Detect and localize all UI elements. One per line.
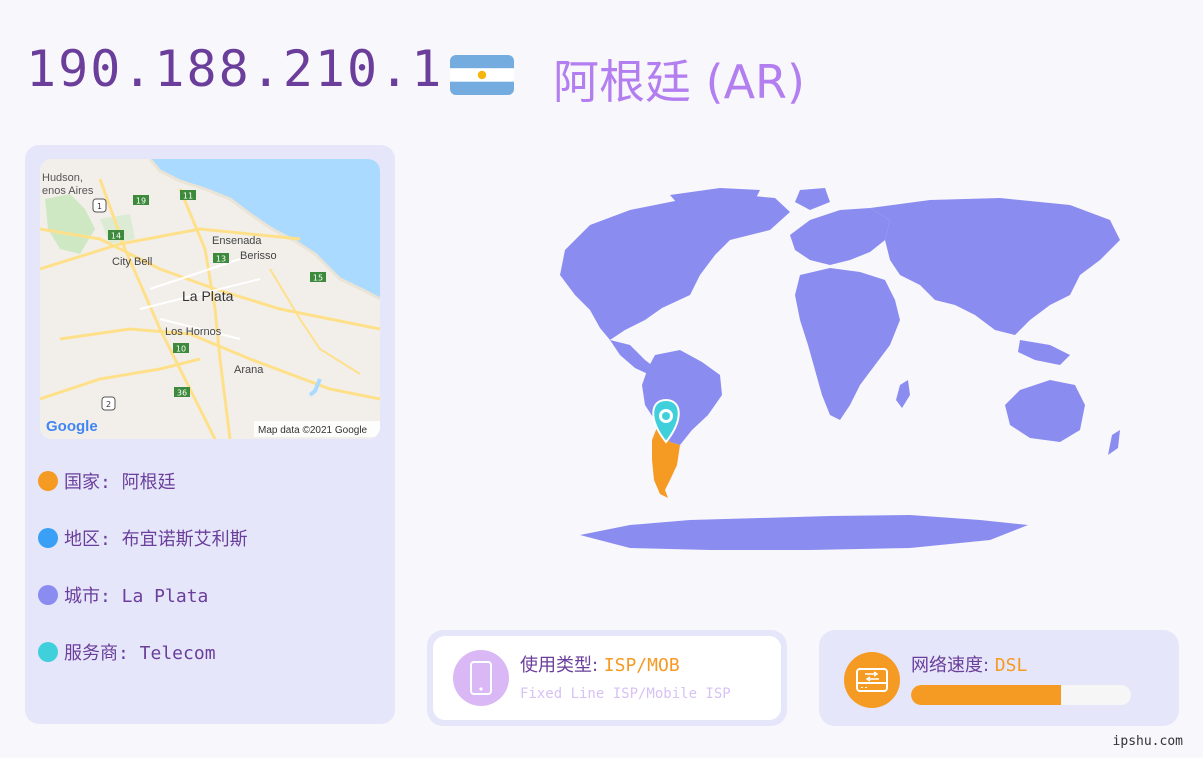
isp-dot-icon bbox=[38, 642, 58, 662]
ip-address-title: 190.188.210.1 bbox=[26, 40, 444, 98]
mobile-phone-icon bbox=[453, 650, 509, 706]
footer-site[interactable]: ipshu.com bbox=[1113, 734, 1183, 749]
info-region: 地区: 布宜诺斯艾利斯 bbox=[38, 525, 248, 551]
svg-text:1: 1 bbox=[97, 202, 102, 211]
new-zealand bbox=[1108, 430, 1120, 455]
australia bbox=[1005, 380, 1085, 442]
google-logo: Google bbox=[46, 418, 98, 435]
map-label-la-plata: La Plata bbox=[182, 288, 234, 304]
network-speed-label-text: 网络速度: bbox=[911, 655, 995, 676]
route-shield: 2 bbox=[101, 396, 116, 411]
speed-bar-track bbox=[911, 685, 1131, 705]
svg-text:15: 15 bbox=[313, 274, 323, 283]
network-speed-card: 网络速度: DSL bbox=[819, 630, 1179, 726]
map-label-berisso: Berisso bbox=[240, 250, 277, 262]
country-dot-icon bbox=[38, 471, 58, 491]
world-map bbox=[430, 180, 1150, 560]
map-attribution[interactable]: Map data ©2021 Google bbox=[258, 425, 368, 436]
usage-type-card: 使用类型: ISP/MOB Fixed Line ISP/Mobile ISP bbox=[427, 630, 787, 726]
usage-type-label: 使用类型: ISP/MOB bbox=[520, 651, 680, 677]
network-drive-icon bbox=[844, 652, 900, 708]
info-country-text: 国家: 阿根廷 bbox=[64, 472, 176, 493]
africa bbox=[795, 268, 900, 420]
svg-text:2: 2 bbox=[106, 400, 111, 409]
info-city-text: 城市: La Plata bbox=[64, 586, 209, 607]
north-america bbox=[560, 194, 790, 340]
route-shield: 36 bbox=[174, 387, 190, 398]
map-label-hudson: Hudson, bbox=[42, 172, 83, 184]
network-speed-value: DSL bbox=[994, 655, 1028, 676]
map-label-arana: Arana bbox=[234, 364, 264, 376]
region-dot-icon bbox=[38, 528, 58, 548]
antarctica bbox=[580, 515, 1028, 550]
usage-type-label-text: 使用类型: bbox=[520, 655, 604, 676]
info-isp-text: 服务商: Telecom bbox=[64, 643, 216, 664]
route-shield: 14 bbox=[108, 230, 124, 241]
map-label-buenos-aires: enos Aires bbox=[42, 185, 94, 197]
svg-text:10: 10 bbox=[176, 345, 186, 354]
southeast-asia-islands bbox=[1018, 340, 1070, 365]
map-label-city-bell: City Bell bbox=[112, 256, 152, 268]
greenland bbox=[795, 188, 830, 210]
route-shield: 15 bbox=[310, 272, 326, 283]
city-dot-icon bbox=[38, 585, 58, 605]
location-panel: Hudson, enos Aires Ensenada Berisso City… bbox=[25, 145, 395, 724]
madagascar bbox=[896, 380, 910, 408]
europe bbox=[790, 208, 890, 265]
info-isp: 服务商: Telecom bbox=[38, 639, 216, 665]
route-shield: 11 bbox=[180, 190, 196, 201]
network-speed-label: 网络速度: DSL bbox=[911, 651, 1027, 677]
svg-text:36: 36 bbox=[177, 389, 187, 398]
country-title: 阿根廷 (AR) bbox=[553, 55, 805, 109]
svg-text:14: 14 bbox=[111, 232, 121, 241]
route-shield: 10 bbox=[173, 343, 189, 354]
route-shield: 19 bbox=[133, 195, 149, 206]
map-label-los-hornos: Los Hornos bbox=[165, 326, 222, 338]
speed-bar-fill bbox=[911, 685, 1061, 705]
route-shield: 13 bbox=[213, 253, 229, 264]
svg-text:11: 11 bbox=[183, 192, 193, 201]
info-country: 国家: 阿根廷 bbox=[38, 468, 176, 494]
asia bbox=[870, 198, 1120, 335]
usage-type-value: ISP/MOB bbox=[603, 655, 680, 676]
south-america bbox=[642, 350, 722, 445]
info-region-text: 地区: 布宜诺斯艾利斯 bbox=[64, 529, 248, 550]
svg-text:19: 19 bbox=[136, 197, 146, 206]
usage-type-card-inner: 使用类型: ISP/MOB Fixed Line ISP/Mobile ISP bbox=[433, 636, 781, 720]
usage-type-description: Fixed Line ISP/Mobile ISP bbox=[520, 686, 731, 702]
map-label-ensenada: Ensenada bbox=[212, 235, 262, 247]
location-map[interactable]: Hudson, enos Aires Ensenada Berisso City… bbox=[40, 159, 380, 439]
svg-text:13: 13 bbox=[216, 255, 226, 264]
page: 190.188.210.1 阿根廷 (AR) Hudson, enos Aire… bbox=[0, 0, 1203, 758]
route-shield: 1 bbox=[92, 198, 107, 213]
info-city: 城市: La Plata bbox=[38, 582, 208, 608]
argentina-flag-icon bbox=[450, 55, 514, 95]
